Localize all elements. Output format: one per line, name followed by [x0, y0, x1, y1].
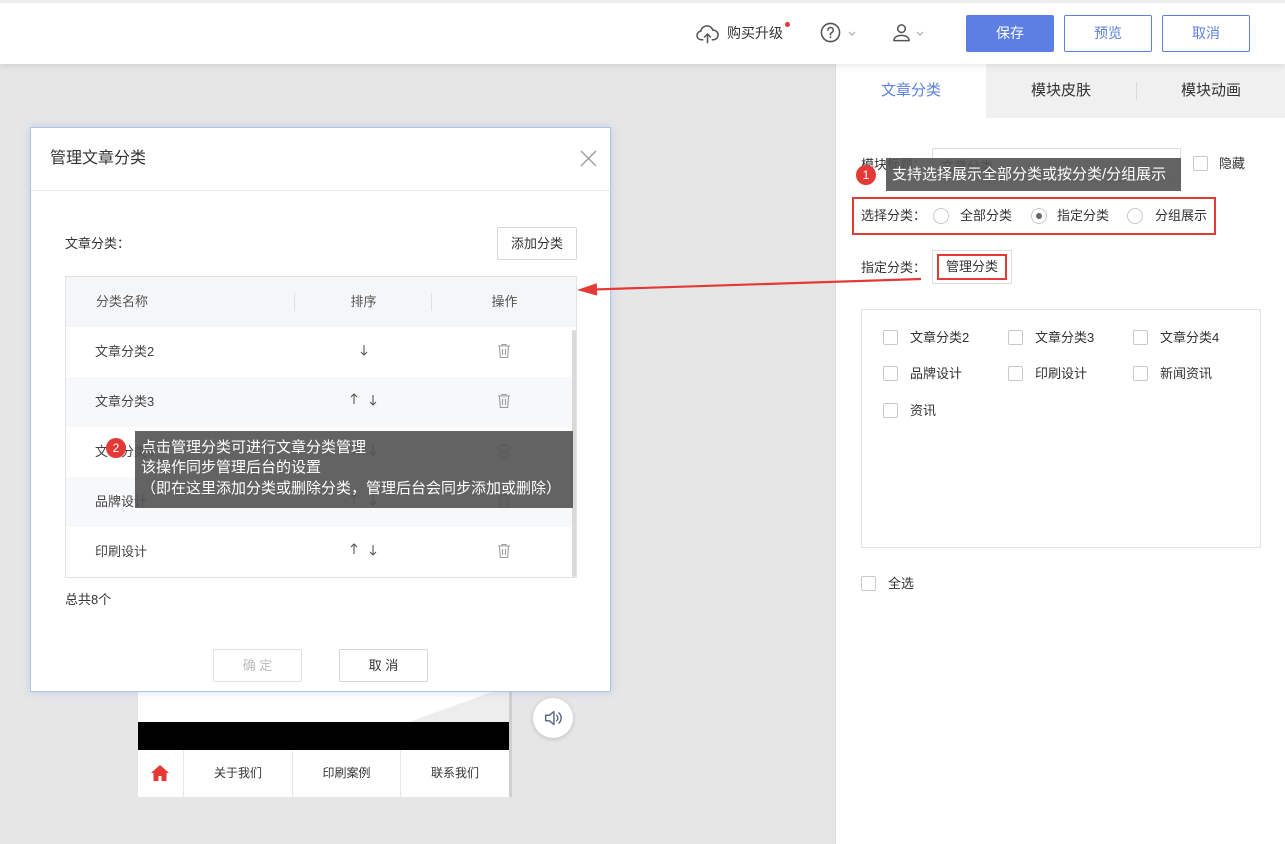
radio-all-categories[interactable]: [933, 208, 949, 224]
save-button[interactable]: 保存: [966, 15, 1054, 52]
category-checkbox-list: 文章分类2 文章分类3 文章分类4 品牌设计 印刷设计 新闻资讯 资讯: [861, 309, 1261, 548]
preview-banner: [138, 692, 509, 722]
category-checkbox[interactable]: [883, 403, 898, 418]
total-count: 总共8个: [65, 592, 112, 607]
home-icon[interactable]: [150, 764, 170, 782]
annotation-badge-2: 2: [106, 438, 126, 458]
radio-specified-categories[interactable]: [1031, 208, 1047, 224]
cancel-button[interactable]: 取消: [1162, 15, 1250, 52]
category-mode-label: 选择分类：: [861, 208, 927, 223]
category-name: 文章分类2: [95, 344, 155, 359]
dialog-title: 管理文章分类: [50, 150, 147, 167]
radio-group-display[interactable]: [1127, 208, 1143, 224]
category-label: 资讯: [910, 403, 937, 418]
category-label: 印刷设计: [1035, 366, 1088, 381]
chevron-down-icon[interactable]: [916, 31, 924, 36]
category-label: 文章分类3: [1035, 330, 1095, 345]
category-checkbox[interactable]: [1133, 330, 1148, 345]
tab-module-animation[interactable]: 模块动画: [1136, 64, 1285, 118]
table-row: 文章分类3: [66, 377, 576, 427]
annotation-tooltip-2: 点击管理分类可进行文章分类管理 该操作同步管理后台的设置 （即在这里添加分类或删…: [135, 431, 573, 508]
table-row: 印刷设计: [66, 527, 576, 577]
trash-icon[interactable]: [497, 393, 511, 409]
confirm-button[interactable]: 确 定: [213, 649, 302, 682]
notification-dot: [785, 22, 790, 27]
manage-categories-button[interactable]: 管理分类: [932, 250, 1012, 284]
category-name: 印刷设计: [95, 544, 148, 559]
nav-item-contact[interactable]: 联系我们: [400, 750, 509, 797]
category-label: 文章分类4: [1160, 330, 1220, 345]
radio-label-all: 全部分类: [960, 208, 1013, 223]
section-label: 文章分类：: [65, 236, 131, 251]
dialog-header-divider: [31, 190, 610, 191]
category-label: 文章分类2: [910, 330, 970, 345]
annotation-badge-1: 1: [856, 165, 876, 185]
preview-button[interactable]: 预览: [1064, 15, 1152, 52]
top-toolbar: 购买升级 保存 预览 取消: [0, 0, 1285, 64]
tab-article-category[interactable]: 文章分类: [836, 64, 986, 118]
select-all-label: 全选: [888, 576, 915, 591]
preview-black-bar: [138, 722, 509, 750]
sound-toggle-button[interactable]: [533, 698, 573, 738]
tab-divider: [1136, 82, 1137, 100]
chevron-down-icon[interactable]: [848, 31, 856, 36]
manage-category-dialog: 管理文章分类 文章分类： 添加分类 分类名称 排序 操作 文章分类2 文章分类3: [30, 127, 611, 692]
column-header-sort: 排序: [350, 294, 377, 309]
tooltip-line: 点击管理分类可进行文章分类管理: [141, 439, 367, 456]
preview-bottom-nav: 关于我们 印刷案例 联系我们: [138, 750, 509, 797]
category-checkbox[interactable]: [1008, 366, 1023, 381]
column-header-name: 分类名称: [96, 294, 149, 309]
table-row: 文章分类2: [66, 327, 576, 377]
radio-label-group: 分组展示: [1155, 208, 1208, 223]
trash-icon[interactable]: [497, 543, 511, 559]
upgrade-label[interactable]: 购买升级: [727, 24, 783, 42]
hide-checkbox[interactable]: [1193, 156, 1208, 171]
hide-label: 隐藏: [1219, 156, 1246, 171]
column-header-action: 操作: [491, 294, 518, 309]
arrow-up-icon[interactable]: [350, 393, 358, 405]
question-circle-icon[interactable]: [820, 22, 841, 43]
tooltip-line: 该操作同步管理后台的设置: [141, 459, 322, 476]
arrow-up-icon[interactable]: [350, 543, 358, 555]
user-icon[interactable]: [892, 23, 911, 42]
manage-categories-label: 管理分类: [937, 254, 1007, 280]
arrow-down-icon[interactable]: [369, 394, 377, 406]
category-label: 品牌设计: [910, 366, 963, 381]
specified-label: 指定分类：: [861, 260, 927, 275]
dialog-cancel-button[interactable]: 取 消: [339, 649, 428, 682]
arrow-down-icon[interactable]: [369, 544, 377, 556]
radio-label-specified: 指定分类: [1057, 208, 1110, 223]
trash-icon[interactable]: [497, 343, 511, 359]
tab-module-skin[interactable]: 模块皮肤: [986, 64, 1136, 118]
arrow-down-icon[interactable]: [360, 344, 368, 356]
category-label: 新闻资讯: [1160, 366, 1213, 381]
category-name: 文章分类3: [95, 394, 155, 409]
nav-item-about[interactable]: 关于我们: [183, 750, 292, 797]
category-checkbox[interactable]: [1008, 330, 1023, 345]
preview-scrollbar[interactable]: [509, 692, 512, 797]
category-checkbox[interactable]: [883, 366, 898, 381]
cloud-upload-icon: [696, 24, 719, 44]
tooltip-line: （即在这里添加分类或删除分类，管理后台会同步添加或删除）: [141, 480, 562, 497]
category-checkbox[interactable]: [883, 330, 898, 345]
annotation-tooltip-1: 支持选择展示全部分类或按分类/分组展示: [886, 158, 1181, 191]
category-table: 分类名称 排序 操作 文章分类2 文章分类3 文章分类4 品牌设计: [65, 276, 577, 578]
select-all-checkbox[interactable]: [861, 576, 876, 591]
nav-item-cases[interactable]: 印刷案例: [292, 750, 400, 797]
category-checkbox[interactable]: [1133, 366, 1148, 381]
add-category-button[interactable]: 添加分类: [497, 227, 577, 260]
table-header: 分类名称 排序 操作: [66, 277, 576, 327]
close-icon[interactable]: [580, 150, 597, 167]
